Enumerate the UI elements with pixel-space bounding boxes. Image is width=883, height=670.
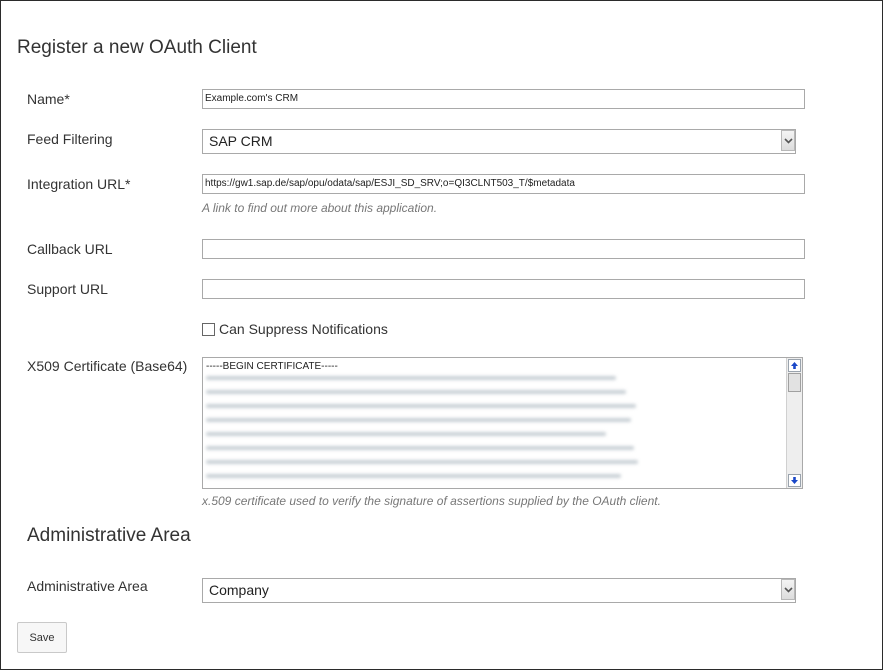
admin-area-select[interactable]: Company bbox=[202, 578, 796, 603]
callback-url-label: Callback URL bbox=[27, 241, 113, 257]
certificate-label: X509 Certificate (Base64) bbox=[27, 358, 188, 374]
chevron-down-icon[interactable] bbox=[781, 579, 795, 600]
page-title: Register a new OAuth Client bbox=[17, 37, 257, 58]
name-input[interactable]: Example.com's CRM bbox=[202, 89, 805, 109]
arrow-up-icon[interactable] bbox=[788, 359, 801, 372]
suppress-notifications-checkbox[interactable] bbox=[202, 322, 215, 336]
certificate-textarea[interactable]: -----BEGIN CERTIFICATE----- bbox=[202, 357, 803, 489]
callback-url-input[interactable] bbox=[202, 239, 805, 259]
support-url-label: Support URL bbox=[27, 281, 108, 297]
feed-filtering-value: SAP CRM bbox=[209, 133, 273, 149]
admin-area-value: Company bbox=[209, 582, 269, 598]
name-label: Name* bbox=[27, 91, 70, 107]
certificate-first-line: -----BEGIN CERTIFICATE----- bbox=[206, 361, 338, 372]
suppress-notifications-row[interactable]: Can Suppress Notifications bbox=[202, 321, 388, 337]
suppress-notifications-label: Can Suppress Notifications bbox=[219, 321, 388, 337]
certificate-scrollbar[interactable] bbox=[786, 358, 802, 488]
support-url-input[interactable] bbox=[202, 279, 805, 299]
admin-area-label: Administrative Area bbox=[27, 578, 148, 594]
integration-url-hint: A link to find out more about this appli… bbox=[202, 201, 438, 215]
feed-filtering-label: Feed Filtering bbox=[27, 131, 113, 147]
certificate-redacted-content bbox=[206, 376, 646, 488]
arrow-down-icon[interactable] bbox=[788, 474, 801, 487]
feed-filtering-select[interactable]: SAP CRM bbox=[202, 129, 796, 154]
integration-url-label: Integration URL* bbox=[27, 176, 131, 192]
integration-url-input[interactable]: https://gw1.sap.de/sap/opu/odata/sap/ESJ… bbox=[202, 174, 805, 194]
chevron-down-icon[interactable] bbox=[781, 130, 795, 151]
admin-section-heading: Administrative Area bbox=[27, 525, 191, 546]
scrollbar-thumb[interactable] bbox=[788, 373, 801, 392]
save-button[interactable]: Save bbox=[17, 622, 67, 653]
certificate-hint: x.509 certificate used to verify the sig… bbox=[202, 494, 661, 508]
page-frame: Register a new OAuth Client Name* Exampl… bbox=[0, 0, 883, 670]
